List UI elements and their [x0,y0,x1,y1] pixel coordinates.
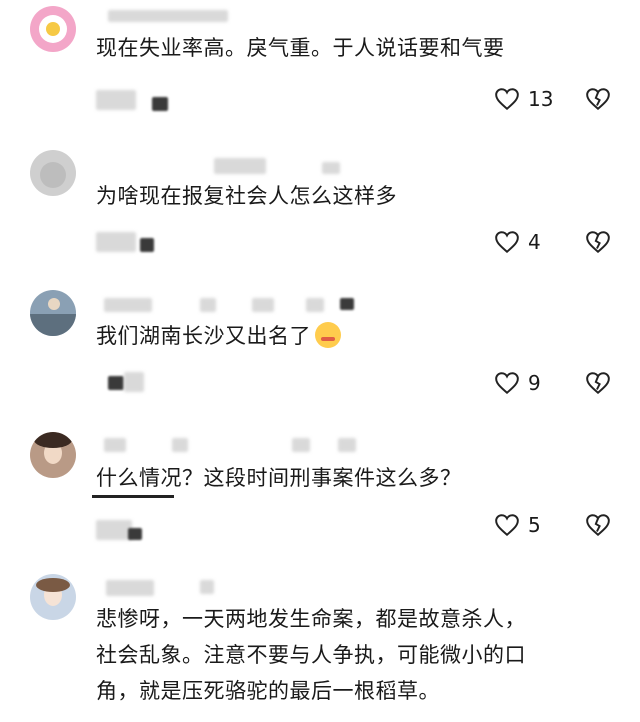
like-button[interactable]: 4 [494,225,541,259]
username-blurred [252,298,274,312]
like-count: 5 [528,513,541,537]
username-blurred [104,298,152,312]
heart-outline-icon [495,372,519,395]
username-blurred [338,438,356,452]
like-count: 13 [528,87,554,111]
heart-outline-icon [495,514,519,537]
avatar[interactable] [30,150,76,196]
username-blurred [322,162,340,174]
username-blurred [104,438,126,452]
comment-text: 为啥现在报复社会人怎么这样多 [96,178,397,214]
avatar[interactable] [30,574,76,620]
comment-line: 角，就是压死骆驼的最后一根稻草。 [96,679,440,703]
username-blurred [172,438,188,452]
username-blurred [200,298,216,312]
like-count: 4 [528,230,541,254]
comment-text: 悲惨呀，一天两地发生命案，都是故意杀人， 社会乱象。注意不要与人争执，可能微小的… [96,601,526,709]
like-button[interactable]: 5 [494,508,541,542]
username-blurred [214,158,266,174]
comment-actions: 9 [0,366,640,400]
broken-heart-icon[interactable] [585,512,611,538]
username-blurred [340,298,354,310]
comment-line: 社会乱象。注意不要与人争执，可能微小的口 [96,643,526,667]
comment-line: 悲惨呀，一天两地发生命案，都是故意杀人， [96,607,526,631]
like-button[interactable]: 9 [494,366,541,400]
avatar[interactable] [30,290,76,336]
like-count: 9 [528,371,541,395]
username-blurred [108,10,228,22]
heart-outline-icon [495,231,519,254]
username-blurred [200,580,214,594]
comment-line: 现在失业率高。戾气重。于人说话要和气要 [96,36,505,60]
broken-heart-icon[interactable] [585,370,611,396]
comment-actions: 4 [0,225,640,259]
comment-line-text: 我们湖南长沙又出名了 [96,324,311,348]
divider [92,495,174,498]
avatar[interactable] [30,432,76,478]
broken-heart-icon[interactable] [585,86,611,112]
comment-line: 为啥现在报复社会人怎么这样多 [96,184,397,208]
comment-line: 什么情况？这段时间刑事案件这么多？ [96,466,462,490]
username-blurred [306,298,324,312]
like-button[interactable]: 13 [494,82,553,116]
username-blurred [292,438,310,452]
comment-text: 现在失业率高。戾气重。于人说话要和气要 [96,30,505,66]
heart-outline-icon [495,88,519,111]
avatar[interactable] [30,6,76,52]
comment-actions: 13 [0,82,640,116]
username-blurred [106,580,154,596]
comment-line: 我们湖南长沙又出名了 [96,318,341,354]
comment-text: 我们湖南长沙又出名了 [96,318,341,354]
kiss-face-emoji-icon [315,322,341,348]
broken-heart-icon[interactable] [585,229,611,255]
comment-text: 什么情况？这段时间刑事案件这么多？ [96,460,462,496]
comment-actions: 5 [0,508,640,542]
